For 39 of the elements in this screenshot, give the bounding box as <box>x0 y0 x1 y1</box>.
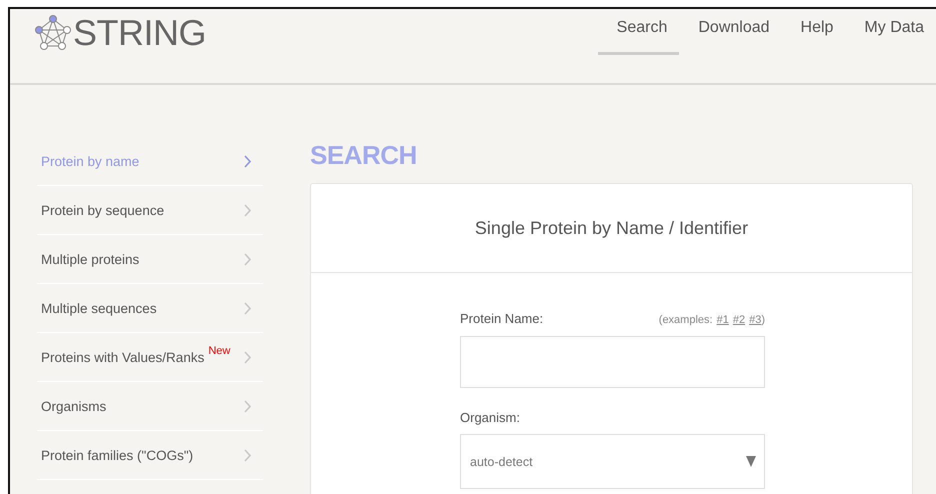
sidebar-item-label: Multiple proteins <box>41 252 140 266</box>
sidebar-item[interactable]: Protein by sequence <box>37 186 263 235</box>
dropdown-arrow-icon <box>746 456 756 467</box>
chevron-icon <box>244 154 251 168</box>
example-link[interactable]: #1 <box>716 314 729 326</box>
organism-dropdown[interactable]: auto-detect <box>460 434 765 489</box>
examples-suffix: ) <box>761 314 765 326</box>
sidebar-item[interactable]: Protein families ("COGs") <box>37 431 263 480</box>
sidebar-item-label: Multiple sequences <box>41 300 157 316</box>
chevron-icon <box>244 350 251 364</box>
section-title: SEARCH <box>310 140 418 171</box>
example-link[interactable]: #2 <box>732 314 746 326</box>
sidebar-item[interactable]: Multiple sequences <box>37 284 263 333</box>
site-logo-text[interactable]: STRING <box>73 12 206 54</box>
nav-link[interactable]: Download <box>679 19 782 55</box>
sidebar-item[interactable]: Organisms <box>37 382 263 431</box>
protein-name-input[interactable] <box>460 336 765 388</box>
nav-link[interactable]: My Data <box>845 19 936 55</box>
sidebar-item-label: Protein families ("COGs") <box>41 448 194 462</box>
nav-link[interactable]: Help <box>782 19 846 55</box>
field-label: Protein Name: <box>460 311 544 326</box>
sidebar-item[interactable]: Proteins with Values/Ranks New <box>37 333 263 382</box>
nav-link[interactable]: Search <box>598 19 680 55</box>
sidebar-item-label: Organisms <box>41 398 106 414</box>
chevron-icon <box>244 204 251 216</box>
examples-label: (examples: <box>658 314 713 326</box>
sidebar-item-label: Proteins with Values/Ranks <box>41 350 204 364</box>
chevron-icon <box>244 302 251 314</box>
new-label: New <box>208 345 230 357</box>
card-title: Single Protein by Name / Identifier <box>311 184 912 273</box>
chevron-icon <box>244 252 251 266</box>
sidebar-item-label: Protein by name <box>41 154 140 168</box>
network-logo-icon <box>35 15 71 51</box>
chevron-icon <box>244 400 251 412</box>
chevron-icon <box>244 448 251 462</box>
sidebar-item-label: Protein by sequence <box>41 202 164 218</box>
sidebar-item[interactable]: Multiple proteins <box>37 235 263 284</box>
field-label: Organism: <box>460 410 521 425</box>
example-link[interactable]: #3 <box>749 314 762 326</box>
